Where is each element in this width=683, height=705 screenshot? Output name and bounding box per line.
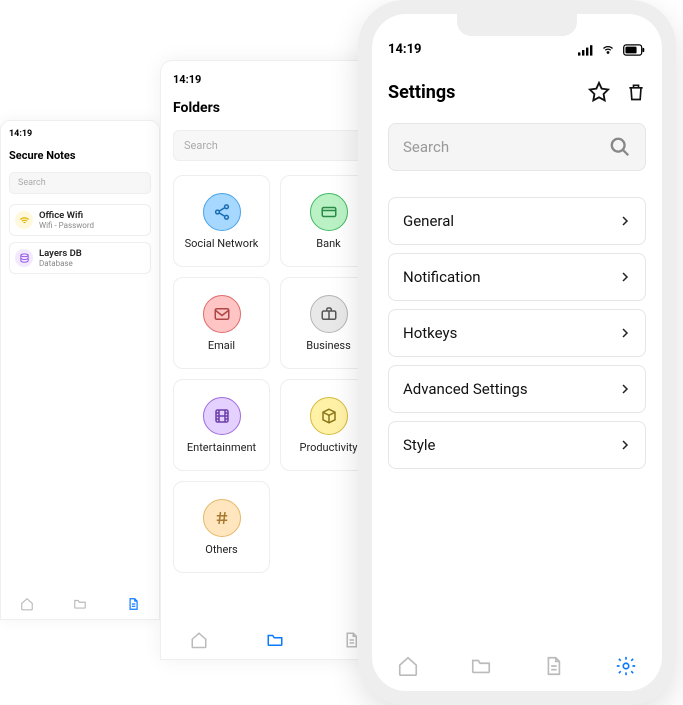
settings-row-general[interactable]: General	[388, 197, 646, 245]
row-label: General	[403, 212, 454, 230]
folder-label: Entertainment	[187, 441, 256, 454]
folder-label: Others	[205, 543, 237, 556]
folder-label: Productivity	[300, 441, 358, 454]
search-icon	[609, 136, 631, 158]
search-input[interactable]: Search	[9, 172, 151, 194]
share-icon	[203, 193, 241, 231]
bottom-nav	[161, 631, 389, 649]
page-title: Settings	[388, 82, 455, 103]
bottom-nav	[1, 597, 159, 611]
status-time: 14:19	[173, 73, 377, 86]
phone-notch	[457, 14, 577, 36]
note-item-subtitle: Wifi - Password	[39, 221, 94, 230]
settings-row-notification[interactable]: Notification	[388, 253, 646, 301]
settings-row-advanced[interactable]: Advanced Settings	[388, 365, 646, 413]
trash-icon[interactable]	[626, 81, 646, 103]
note-item-title: Layers DB	[39, 248, 82, 259]
nav-document-icon[interactable]	[542, 655, 564, 677]
row-label: Style	[403, 436, 436, 454]
chevron-right-icon	[619, 325, 631, 341]
card-icon	[310, 193, 348, 231]
row-label: Notification	[403, 268, 481, 286]
nav-home-icon[interactable]	[397, 655, 419, 677]
settings-row-style[interactable]: Style	[388, 421, 646, 469]
nav-settings-icon[interactable]	[615, 655, 637, 677]
folder-social-network[interactable]: Social Network	[173, 175, 270, 267]
folder-email[interactable]: Email	[173, 277, 270, 369]
search-input[interactable]: Search	[173, 130, 377, 161]
chevron-right-icon	[619, 381, 631, 397]
search-input[interactable]: Search	[388, 123, 646, 171]
chevron-right-icon	[619, 437, 631, 453]
star-icon[interactable]	[588, 81, 610, 103]
bottom-nav	[372, 655, 662, 677]
note-item-office-wifi[interactable]: Office Wifi Wifi - Password	[9, 204, 151, 236]
hash-icon	[203, 499, 241, 537]
nav-home-icon[interactable]	[20, 597, 34, 611]
nav-folder-icon[interactable]	[470, 655, 492, 677]
nav-document-icon[interactable]	[126, 597, 140, 611]
nav-folder-icon[interactable]	[73, 597, 87, 611]
settings-row-hotkeys[interactable]: Hotkeys	[388, 309, 646, 357]
briefcase-icon	[310, 295, 348, 333]
mail-icon	[203, 295, 241, 333]
folder-others[interactable]: Others	[173, 481, 270, 573]
search-placeholder: Search	[403, 138, 449, 156]
chevron-right-icon	[619, 269, 631, 285]
phone-secure-notes: 14:19 Secure Notes Search Office Wifi Wi…	[0, 120, 160, 620]
film-icon	[203, 397, 241, 435]
note-item-layers-db[interactable]: Layers DB Database	[9, 242, 151, 274]
phone-folders: 14:19 Folders Search Social Network Bank…	[160, 60, 390, 660]
folder-label: Social Network	[185, 237, 259, 250]
phone-settings-shell: 14:19 Settings Search General	[358, 0, 676, 705]
status-time: 14:19	[388, 42, 422, 57]
screen-header: Settings	[388, 81, 646, 103]
folder-entertainment[interactable]: Entertainment	[173, 379, 270, 471]
note-item-title: Office Wifi	[39, 210, 94, 221]
row-label: Hotkeys	[403, 324, 457, 342]
database-icon	[15, 249, 33, 267]
box-icon	[310, 397, 348, 435]
folder-label: Email	[208, 339, 235, 352]
status-time: 14:19	[9, 129, 151, 139]
page-title: Secure Notes	[9, 149, 151, 162]
signal-icon	[578, 44, 594, 56]
chevron-right-icon	[619, 213, 631, 229]
nav-home-icon[interactable]	[190, 631, 208, 649]
wifi-icon	[15, 211, 33, 229]
wifi-icon	[600, 44, 616, 56]
folder-grid: Social Network Bank Email Business Enter…	[173, 175, 377, 573]
page-title: Folders	[173, 100, 377, 116]
battery-icon	[622, 44, 646, 56]
settings-list: General Notification Hotkeys Advanced Se…	[388, 197, 646, 469]
folder-label: Business	[306, 339, 351, 352]
row-label: Advanced Settings	[403, 380, 528, 398]
folder-label: Bank	[316, 237, 341, 250]
note-item-subtitle: Database	[39, 259, 82, 268]
nav-folder-icon[interactable]	[266, 631, 284, 649]
phone-settings: 14:19 Settings Search General	[372, 14, 662, 691]
